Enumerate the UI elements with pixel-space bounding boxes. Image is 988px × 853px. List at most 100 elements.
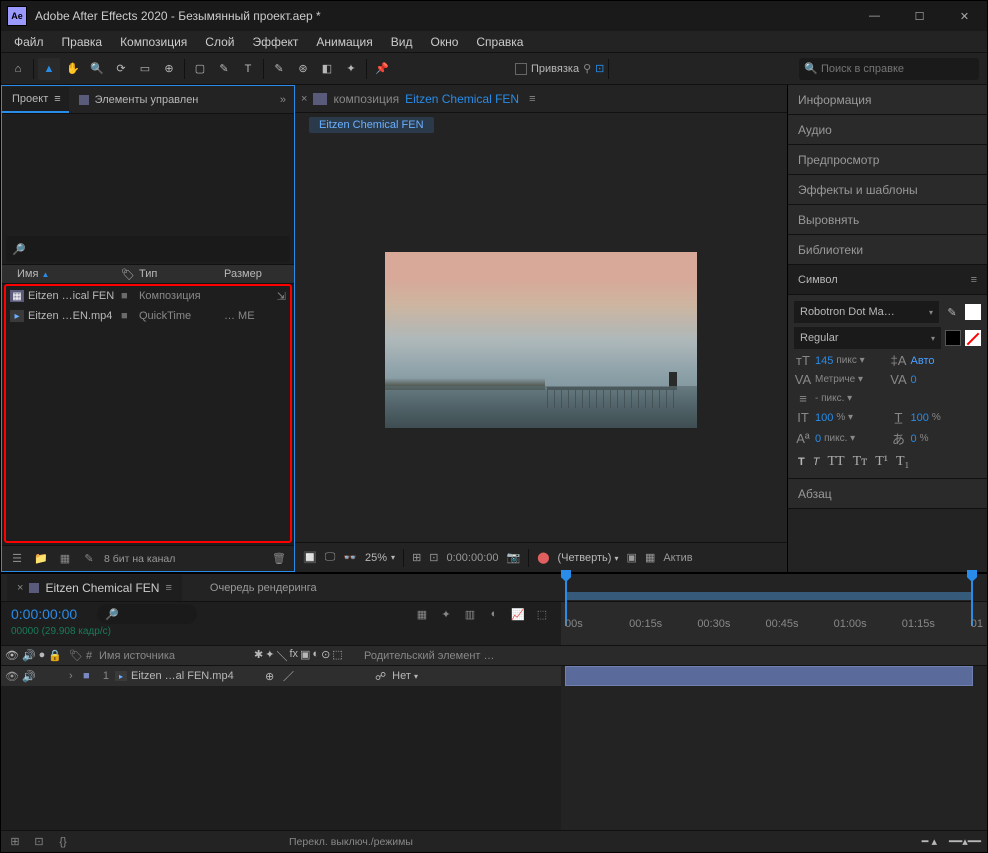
- panel-info[interactable]: Информация: [788, 85, 987, 115]
- fill-swatch[interactable]: [965, 304, 981, 320]
- time-ruler[interactable]: 00s 00:15s 00:30s 00:45s 01:00s 01:15s 0…: [561, 602, 987, 645]
- panel-menu-icon[interactable]: ≡: [54, 93, 58, 105]
- vscale-value[interactable]: 100: [815, 412, 833, 424]
- active-comp-name[interactable]: Eitzen Chemical FEN: [405, 92, 519, 106]
- switch-icon[interactable]: ▣: [300, 648, 310, 664]
- project-search-input[interactable]: [30, 243, 284, 255]
- switch-icon[interactable]: ◐: [312, 648, 319, 664]
- adjust-icon[interactable]: ✎: [80, 550, 98, 568]
- twirl-icon[interactable]: ›: [66, 670, 80, 682]
- bit-depth-button[interactable]: 8 бит на канал: [104, 553, 175, 565]
- italic-icon[interactable]: T: [813, 454, 820, 470]
- tab-project[interactable]: Проект ≡: [2, 87, 69, 113]
- snapshot-icon[interactable]: 📷: [507, 551, 521, 564]
- panel-menu-icon[interactable]: ≡: [529, 93, 535, 105]
- project-items-list[interactable]: ▦ Eitzen …ical FEN ■ Композиция ⇲ ▸ Eitz…: [4, 284, 292, 543]
- timeline-search[interactable]: 🔎: [97, 604, 197, 624]
- camera-tool-icon[interactable]: ▭: [134, 58, 156, 80]
- timeline-layer-row[interactable]: 👁 🔊 › ■ 1 ▸ Eitzen …al FEN.mp4 ⊕ ／: [1, 666, 561, 686]
- region-icon[interactable]: ▣: [627, 551, 637, 564]
- render-queue-tab[interactable]: Очередь рендеринга: [210, 582, 317, 594]
- switch-icon[interactable]: ＼: [276, 648, 287, 664]
- panel-audio[interactable]: Аудио: [788, 115, 987, 145]
- switch-icon[interactable]: ⬚: [332, 648, 342, 664]
- panel-align[interactable]: Выровнять: [788, 205, 987, 235]
- bold-icon[interactable]: T: [798, 454, 805, 470]
- snap-bounds-icon[interactable]: ⊡: [595, 62, 604, 75]
- visibility-toggle-icon[interactable]: 👁: [5, 670, 19, 683]
- tag-swatch[interactable]: ■: [121, 310, 139, 322]
- layer-switch-icon[interactable]: ⊕: [265, 671, 274, 683]
- channel-icon[interactable]: ⬤: [537, 551, 549, 564]
- panel-paragraph[interactable]: Абзац: [788, 479, 987, 509]
- shy-icon[interactable]: ✦: [437, 608, 455, 621]
- col-tag-icon[interactable]: 🏷: [117, 268, 135, 281]
- timeline-tab[interactable]: × Eitzen Chemical FEN ≡: [7, 575, 182, 601]
- type-tool-icon[interactable]: T: [237, 58, 259, 80]
- snap-checkbox[interactable]: [515, 63, 527, 75]
- col-name[interactable]: Имя▲: [2, 268, 117, 280]
- font-family-dropdown[interactable]: Robotron Dot Ma…▾: [794, 301, 939, 323]
- layer-duration-bar[interactable]: [565, 666, 973, 686]
- switch-icon[interactable]: fx: [289, 648, 298, 664]
- font-style-dropdown[interactable]: Regular▾: [794, 327, 941, 349]
- current-time[interactable]: 0:00:00:00: [447, 552, 499, 564]
- eraser-tool-icon[interactable]: ◧: [316, 58, 338, 80]
- parent-col[interactable]: Родительский элемент …: [361, 650, 561, 662]
- grid-icon[interactable]: ⊞: [412, 551, 421, 564]
- timeline-track-area[interactable]: [561, 666, 987, 830]
- magnify-icon[interactable]: 🔲: [303, 551, 317, 564]
- tab-effect-controls[interactable]: Элементы управлен: [69, 88, 209, 112]
- hand-tool-icon[interactable]: ✋: [62, 58, 84, 80]
- switch-icon[interactable]: ✦: [265, 648, 274, 664]
- zoom-out-icon[interactable]: ━ ▴: [922, 835, 937, 848]
- close-tab-icon[interactable]: ×: [17, 582, 23, 594]
- display-icon[interactable]: 🖵: [325, 551, 336, 564]
- comp-breadcrumb[interactable]: Eitzen Chemical FEN: [309, 117, 434, 133]
- superscript-icon[interactable]: T¹: [875, 454, 888, 470]
- layer-switch-icon[interactable]: ／: [283, 671, 294, 683]
- stroke-width-value[interactable]: - пикс. ▾: [815, 393, 852, 404]
- selection-tool-icon[interactable]: ▲: [38, 58, 60, 80]
- audio-toggle-icon[interactable]: 🔊: [22, 670, 36, 683]
- eye-col-icon[interactable]: 👁: [5, 649, 19, 662]
- menu-effect[interactable]: Эффект: [243, 32, 307, 52]
- parent-dropdown[interactable]: Нет ▾: [392, 670, 418, 682]
- roto-tool-icon[interactable]: ✦: [340, 58, 362, 80]
- menu-file[interactable]: Файл: [5, 32, 53, 52]
- audio-col-icon[interactable]: 🔊: [22, 649, 36, 662]
- layer-label-swatch[interactable]: ■: [80, 670, 92, 682]
- new-folder-icon[interactable]: 📁: [32, 550, 50, 568]
- stroke-swatch[interactable]: [945, 330, 961, 346]
- panel-effects[interactable]: Эффекты и шаблоны: [788, 175, 987, 205]
- help-search-input[interactable]: [799, 58, 979, 80]
- snap-magnet-icon[interactable]: ⚲: [583, 62, 591, 75]
- draft3d-icon[interactable]: ⬚: [533, 608, 551, 621]
- viewer-canvas[interactable]: [295, 137, 787, 542]
- clone-tool-icon[interactable]: ⊛: [292, 58, 314, 80]
- menu-composition[interactable]: Композиция: [111, 32, 196, 52]
- allcaps-icon[interactable]: TT: [827, 454, 844, 470]
- pickwhip-icon[interactable]: ☍: [375, 670, 386, 683]
- puppet-tool-icon[interactable]: 📌: [371, 58, 393, 80]
- maximize-button[interactable]: ☐: [897, 1, 942, 31]
- project-row[interactable]: ▸ Eitzen …EN.mp4 ■ QuickTime … ME: [6, 306, 290, 326]
- guides-icon[interactable]: ⊡: [429, 551, 438, 564]
- solo-col-icon[interactable]: ●: [39, 649, 46, 662]
- toggle-switches-icon[interactable]: ⊞: [7, 835, 23, 848]
- tag-swatch[interactable]: ■: [121, 290, 139, 302]
- pen-tool-icon[interactable]: ✎: [213, 58, 235, 80]
- label-col-icon[interactable]: 🏷 #: [66, 649, 96, 662]
- panel-character[interactable]: Символ≡: [788, 265, 987, 295]
- subscript-icon[interactable]: T₁: [896, 454, 909, 470]
- trash-icon[interactable]: 🗑: [270, 550, 288, 568]
- active-camera-label[interactable]: Актив: [663, 552, 692, 564]
- baseline-value[interactable]: 0: [815, 433, 821, 445]
- toggle-modes-icon[interactable]: ⊡: [31, 835, 47, 848]
- panel-preview[interactable]: Предпросмотр: [788, 145, 987, 175]
- switch-icon[interactable]: ✱: [254, 648, 263, 664]
- tsume-value[interactable]: 0: [911, 433, 917, 445]
- hscale-value[interactable]: 100: [911, 412, 929, 424]
- toggle-inout-icon[interactable]: {}: [55, 836, 71, 848]
- tracking-value[interactable]: 0: [911, 374, 917, 386]
